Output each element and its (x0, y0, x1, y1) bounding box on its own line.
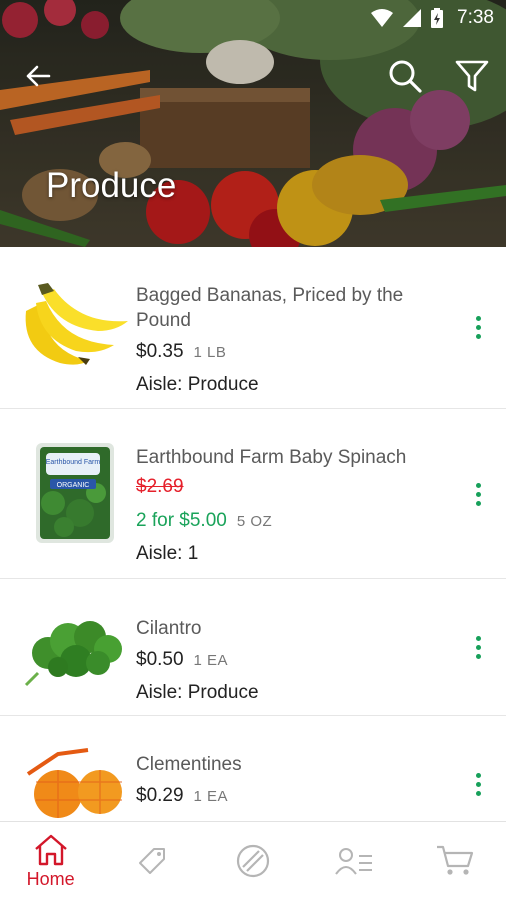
battery-icon (431, 8, 444, 28)
list-item[interactable]: Earthbound Farm ORGANIC Earthbound Farm … (0, 409, 506, 579)
list-item[interactable]: Bagged Bananas, Priced by the Pound $0.3… (0, 247, 506, 409)
cilantro-image (24, 621, 122, 687)
bananas-image (25, 283, 128, 365)
more-vert-icon (475, 635, 481, 641)
product-aisle: Aisle: Produce (136, 682, 259, 703)
product-sale-price: 2 for $5.00 (136, 510, 227, 531)
product-aisle: Aisle: 1 (136, 543, 199, 564)
status-time: 7:38 (457, 7, 494, 28)
product-name: Cilantro (136, 618, 202, 639)
package-brand-text: Earthbound Farm (46, 459, 101, 466)
arrow-left-icon (26, 65, 51, 87)
back-button[interactable] (18, 56, 58, 96)
more-vert-icon (475, 482, 481, 488)
product-name: Clementines (136, 754, 242, 775)
product-price: $0.29 (136, 785, 184, 806)
top-app-bar (0, 48, 506, 104)
list-item[interactable]: Cilantro $0.50 1 EA Aisle: Produce (0, 579, 506, 716)
nav-explore[interactable] (202, 822, 303, 900)
product-unit: 1 EA (193, 788, 229, 805)
product-unit: 1 EA (193, 652, 229, 669)
wifi-icon (371, 9, 394, 27)
nav-home-label: Home (26, 868, 75, 889)
filter-icon (455, 60, 489, 92)
header-hero: 7:38 Produce (0, 0, 506, 247)
nav-deals[interactable] (101, 822, 202, 900)
nav-account-lists[interactable] (304, 822, 405, 900)
nav-cart[interactable] (405, 822, 506, 900)
status-bar: 7:38 (0, 0, 506, 36)
product-unit: 1 LB (193, 344, 227, 361)
cart-icon (437, 845, 474, 875)
product-list[interactable]: Bagged Bananas, Priced by the Pound $0.3… (0, 247, 506, 821)
product-price: $0.50 (136, 649, 184, 670)
tag-icon (138, 848, 165, 874)
search-button[interactable] (385, 56, 425, 96)
search-icon (389, 60, 422, 93)
package-label-text: ORGANIC (57, 482, 90, 489)
clementines-image (26, 748, 122, 818)
product-unit: 5 OZ (236, 513, 273, 530)
more-vert-icon (475, 772, 481, 778)
product-aisle: Aisle: Produce (136, 374, 259, 395)
more-vert-icon (475, 315, 481, 321)
product-price: $0.35 (136, 341, 184, 362)
filter-button[interactable] (452, 56, 492, 96)
product-name: Bagged Bananas, Priced by the Pound (136, 285, 404, 331)
more-options-button[interactable] (468, 307, 488, 347)
page-title: Produce (46, 166, 177, 205)
nav-home[interactable]: Home (0, 822, 101, 900)
circle-slash-icon (236, 844, 270, 878)
product-name: Earthbound Farm Baby Spinach (136, 447, 407, 468)
more-options-button[interactable] (468, 474, 488, 514)
list-item[interactable]: Clementines $0.29 1 EA (0, 716, 506, 821)
account-list-icon (335, 848, 373, 875)
bottom-navigation: Home (0, 821, 506, 900)
more-options-button[interactable] (468, 627, 488, 667)
signal-icon (403, 9, 422, 27)
spinach-package-image: Earthbound Farm ORGANIC (36, 443, 114, 543)
more-options-button[interactable] (468, 764, 488, 804)
produce-background-image (0, 0, 506, 247)
home-icon (34, 834, 67, 865)
product-original-price: $2.69 (136, 476, 184, 497)
